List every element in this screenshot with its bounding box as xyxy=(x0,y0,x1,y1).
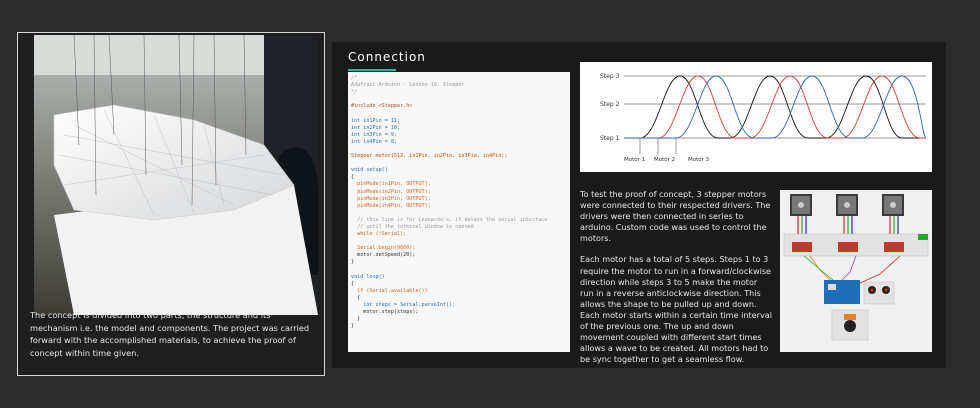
code-line: Stepper motor(512, in1Pin, in2Pin, in3Pi… xyxy=(351,153,508,160)
code-line: int in4Pin = 8; xyxy=(351,138,398,145)
code-line: int in2Pin = 10; xyxy=(351,124,401,131)
arduino-code-block: /* Adafruit Arduino - Lesson 16. Stepper *… xyxy=(348,72,570,352)
wave-svg: Step 3 Step 2 Step 1 Motor 1 Motor 2 Mot… xyxy=(600,73,927,163)
code-line: pinMode(in2Pin, OUTPUT); xyxy=(351,188,431,195)
code-line: { xyxy=(351,294,361,301)
code-line: motor.setSpeed(20); xyxy=(351,252,416,259)
circuit-drawing xyxy=(780,190,932,352)
step2-label: Step 2 xyxy=(600,101,620,108)
driver-1-icon xyxy=(792,242,812,252)
concept-description: The concept is divided into two parts, t… xyxy=(30,310,310,358)
concept-panel: The concept is divided into two parts, t… xyxy=(17,32,325,376)
power-connector-icon xyxy=(918,234,928,240)
code-line: } xyxy=(351,259,355,266)
code-line: #include <Stepper.h> xyxy=(351,103,413,110)
code-line: pinMode(in4Pin, OUTPUT); xyxy=(351,202,431,209)
motor-wave-diagram: Step 3 Step 2 Step 1 Motor 1 Motor 2 Mot… xyxy=(580,62,932,172)
code-line: void setup() xyxy=(351,167,388,174)
motor2-label: Motor 2 xyxy=(654,157,675,163)
model-photo-drawing xyxy=(34,35,318,315)
motor3-label: Motor 3 xyxy=(688,157,710,163)
stepper-motor-1-icon xyxy=(790,194,812,216)
code-line: } xyxy=(351,316,361,323)
code-line: { xyxy=(351,280,355,287)
code-line: Adafruit Arduino - Lesson 16. Stepper xyxy=(351,82,465,89)
step3-label: Step 3 xyxy=(600,73,620,80)
code-line: pinMode(in3Pin, OUTPUT); xyxy=(351,195,431,202)
code-line: if (Serial.available()) xyxy=(351,287,428,294)
proof-paragraph-1: To test the proof of concept, 3 stepper … xyxy=(580,189,771,244)
breadboard-small xyxy=(863,281,895,305)
connection-panel: Connection /* Adafruit Arduino - Lesson 1… xyxy=(332,42,946,368)
code-line: int in3Pin = 9; xyxy=(351,131,398,138)
code-line: int steps = Serial.parseInt(); xyxy=(351,302,456,308)
stepper-motor-3-icon xyxy=(882,194,904,216)
code-line: void loop() xyxy=(351,273,385,280)
code-line: while (!Serial); xyxy=(351,231,407,238)
code-line: */ xyxy=(351,89,358,96)
proof-of-concept-text: To test the proof of concept, 3 stepper … xyxy=(580,189,772,375)
code-line: motor.step(steps); xyxy=(351,309,419,316)
code-line: { xyxy=(351,174,355,181)
code-line: // this line is for Leonardo's, it delay… xyxy=(351,216,548,223)
circuit-diagram xyxy=(780,190,932,352)
model-photo xyxy=(34,35,318,315)
stepper-motor-2-icon xyxy=(836,194,858,216)
driver-3-icon xyxy=(884,242,904,252)
proof-paragraph-2: Each motor has a total of 5 steps. Steps… xyxy=(580,254,772,365)
motor1-label: Motor 1 xyxy=(624,157,645,163)
section-heading: Connection xyxy=(348,50,426,64)
code-line: /* xyxy=(351,75,358,81)
code-line: } xyxy=(351,323,355,330)
code-line: pinMode(in1Pin, OUTPUT); xyxy=(351,181,431,188)
heading-underline xyxy=(348,69,396,71)
code-line: int in1Pin = 11; xyxy=(351,117,401,124)
arduino-board-icon xyxy=(824,280,860,304)
potentiometer-icon xyxy=(844,320,856,332)
step1-label: Step 1 xyxy=(600,135,620,142)
code-line: Serial.begin(9600); xyxy=(351,245,416,252)
driver-2-icon xyxy=(838,242,858,252)
code-line: // until the terminal window is opened xyxy=(351,223,474,230)
